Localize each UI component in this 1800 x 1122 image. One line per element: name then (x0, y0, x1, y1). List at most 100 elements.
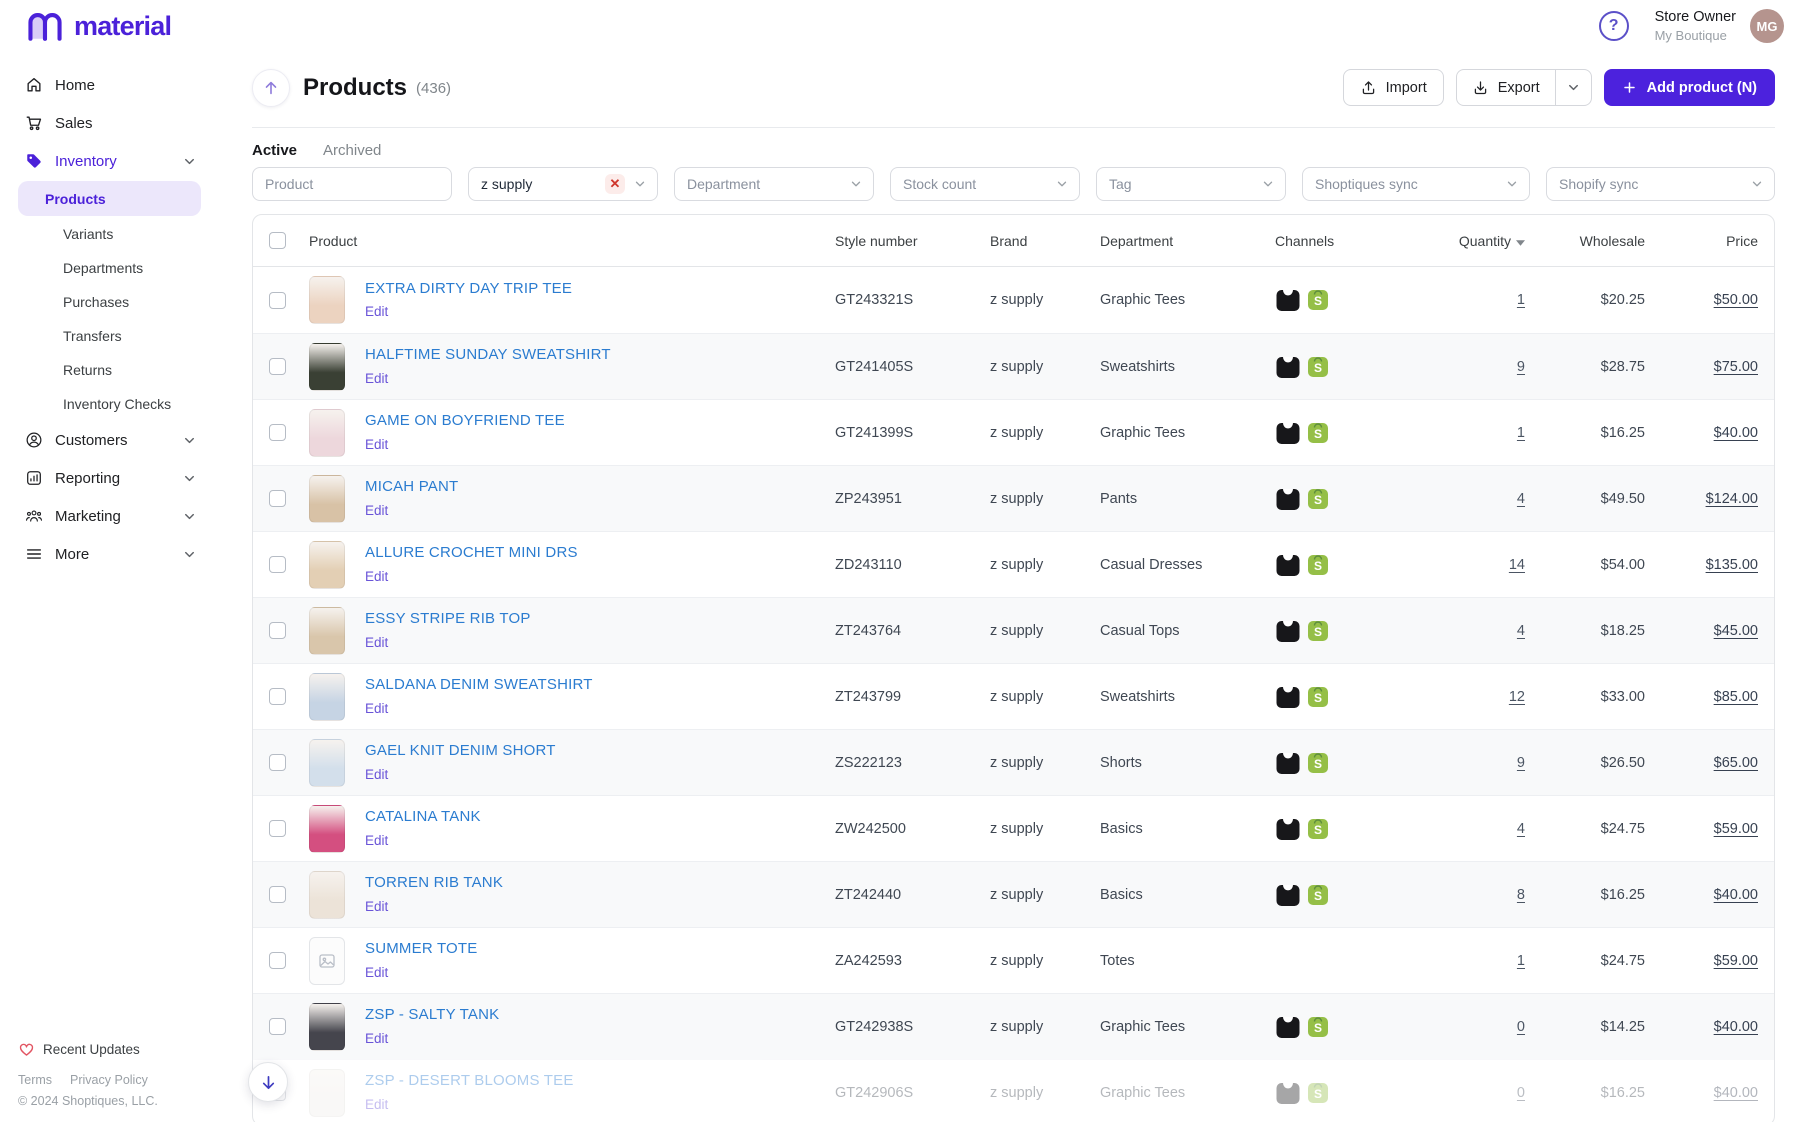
sidebar-item-reporting[interactable]: Reporting (0, 459, 215, 497)
select-all-checkbox[interactable] (269, 232, 286, 249)
quantity-link[interactable]: 0 (1517, 1085, 1525, 1101)
scroll-to-top-button[interactable] (252, 69, 290, 107)
product-name-link[interactable]: ZSP - SALTY TANK (365, 1006, 499, 1024)
quantity-link[interactable]: 4 (1517, 491, 1525, 507)
retail-price-link[interactable]: $85.00 (1714, 689, 1758, 705)
quantity-link[interactable]: 4 (1517, 623, 1525, 639)
department-filter[interactable]: Department (674, 167, 874, 201)
row-checkbox[interactable] (269, 1018, 286, 1035)
product-name-link[interactable]: ESSY STRIPE RIB TOP (365, 610, 531, 628)
app-logo[interactable]: material (25, 10, 171, 42)
retail-price-link[interactable]: $124.00 (1706, 491, 1758, 507)
product-name-link[interactable]: SUMMER TOTE (365, 940, 478, 958)
row-checkbox[interactable] (269, 952, 286, 969)
column-header-quantity[interactable]: Quantity (1405, 233, 1525, 249)
edit-product-link[interactable]: Edit (365, 1097, 388, 1113)
terms-link[interactable]: Terms (18, 1073, 52, 1087)
edit-product-link[interactable]: Edit (365, 767, 388, 783)
retail-price-link[interactable]: $75.00 (1714, 359, 1758, 375)
row-checkbox[interactable] (269, 622, 286, 639)
edit-product-link[interactable]: Edit (365, 503, 388, 519)
quantity-link[interactable]: 1 (1517, 292, 1525, 308)
quantity-link[interactable]: 8 (1517, 887, 1525, 903)
edit-product-link[interactable]: Edit (365, 899, 388, 915)
product-name-link[interactable]: MICAH PANT (365, 478, 458, 496)
retail-price-link[interactable]: $59.00 (1714, 953, 1758, 969)
retail-price-link[interactable]: $65.00 (1714, 755, 1758, 771)
sidebar-item-marketing[interactable]: Marketing (0, 497, 215, 535)
product-name-link[interactable]: EXTRA DIRTY DAY TRIP TEE (365, 280, 572, 298)
row-checkbox[interactable] (269, 754, 286, 771)
sidebar-subitem-returns[interactable]: Returns (18, 353, 201, 386)
sidebar-subitem-purchases[interactable]: Purchases (18, 285, 201, 318)
product-name-link[interactable]: ALLURE CROCHET MINI DRS (365, 544, 578, 562)
product-name-link[interactable]: HALFTIME SUNDAY SWEATSHIRT (365, 346, 611, 364)
quantity-link[interactable]: 9 (1517, 755, 1525, 771)
avatar[interactable]: MG (1750, 9, 1784, 43)
row-checkbox[interactable] (269, 688, 286, 705)
user-menu[interactable]: Store Owner My Boutique (1655, 8, 1736, 44)
sidebar-item-inventory[interactable]: Inventory (0, 142, 215, 180)
row-checkbox[interactable] (269, 424, 286, 441)
tab-archived[interactable]: Archived (323, 142, 381, 159)
edit-product-link[interactable]: Edit (365, 371, 388, 387)
retail-price-link[interactable]: $40.00 (1714, 425, 1758, 441)
sidebar-subitem-variants[interactable]: Variants (18, 217, 201, 250)
sidebar-subitem-products[interactable]: Products (18, 181, 201, 216)
export-options-button[interactable] (1555, 70, 1591, 105)
retail-price-link[interactable]: $40.00 (1714, 1019, 1758, 1035)
edit-product-link[interactable]: Edit (365, 635, 388, 651)
quantity-link[interactable]: 1 (1517, 953, 1525, 969)
retail-price-link[interactable]: $59.00 (1714, 821, 1758, 837)
edit-product-link[interactable]: Edit (365, 701, 388, 717)
brand-filter[interactable]: z supply✕ (468, 167, 658, 201)
shopify-sync-filter[interactable]: Shopify sync (1546, 167, 1775, 201)
product-filter[interactable]: Product (252, 167, 452, 201)
sidebar-subitem-departments[interactable]: Departments (18, 251, 201, 284)
clear-filter-icon[interactable]: ✕ (605, 174, 625, 194)
product-name-link[interactable]: ZSP - DESERT BLOOMS TEE (365, 1072, 574, 1090)
sidebar-item-sales[interactable]: Sales (0, 104, 215, 142)
row-checkbox[interactable] (269, 358, 286, 375)
recent-updates-link[interactable]: Recent Updates (18, 1041, 205, 1058)
tag-filter[interactable]: Tag (1096, 167, 1286, 201)
add-product-button[interactable]: Add product (N) (1604, 69, 1775, 106)
edit-product-link[interactable]: Edit (365, 437, 388, 453)
retail-price-link[interactable]: $40.00 (1714, 1085, 1758, 1101)
edit-product-link[interactable]: Edit (365, 1031, 388, 1047)
quantity-link[interactable]: 4 (1517, 821, 1525, 837)
sidebar-subitem-inventory-checks[interactable]: Inventory Checks (18, 387, 201, 420)
product-name-link[interactable]: CATALINA TANK (365, 808, 481, 826)
retail-price-link[interactable]: $45.00 (1714, 623, 1758, 639)
import-button[interactable]: Import (1343, 69, 1444, 106)
quantity-link[interactable]: 12 (1509, 689, 1525, 705)
quantity-link[interactable]: 14 (1509, 557, 1525, 573)
quantity-link[interactable]: 0 (1517, 1019, 1525, 1035)
row-checkbox[interactable] (269, 490, 286, 507)
quantity-link[interactable]: 9 (1517, 359, 1525, 375)
row-checkbox[interactable] (269, 556, 286, 573)
edit-product-link[interactable]: Edit (365, 833, 388, 849)
sidebar-subitem-transfers[interactable]: Transfers (18, 319, 201, 352)
row-checkbox[interactable] (269, 820, 286, 837)
product-name-link[interactable]: TORREN RIB TANK (365, 874, 503, 892)
quantity-link[interactable]: 1 (1517, 425, 1525, 441)
tab-active[interactable]: Active (252, 142, 297, 159)
shoptiques-sync-filter[interactable]: Shoptiques sync (1302, 167, 1530, 201)
retail-price-link[interactable]: $40.00 (1714, 887, 1758, 903)
sidebar-item-home[interactable]: Home (0, 66, 215, 104)
privacy-policy-link[interactable]: Privacy Policy (70, 1073, 148, 1087)
export-button[interactable]: Export (1457, 70, 1555, 105)
product-name-link[interactable]: GAEL KNIT DENIM SHORT (365, 742, 556, 760)
scroll-to-bottom-button[interactable] (248, 1062, 288, 1102)
retail-price-link[interactable]: $135.00 (1706, 557, 1758, 573)
edit-product-link[interactable]: Edit (365, 304, 388, 320)
edit-product-link[interactable]: Edit (365, 965, 388, 981)
sidebar-item-more[interactable]: More (0, 535, 215, 573)
stock-count-filter[interactable]: Stock count (890, 167, 1080, 201)
row-checkbox[interactable] (269, 292, 286, 309)
product-name-link[interactable]: GAME ON BOYFRIEND TEE (365, 412, 565, 430)
row-checkbox[interactable] (269, 886, 286, 903)
retail-price-link[interactable]: $50.00 (1714, 292, 1758, 308)
help-button[interactable]: ? (1599, 11, 1629, 41)
